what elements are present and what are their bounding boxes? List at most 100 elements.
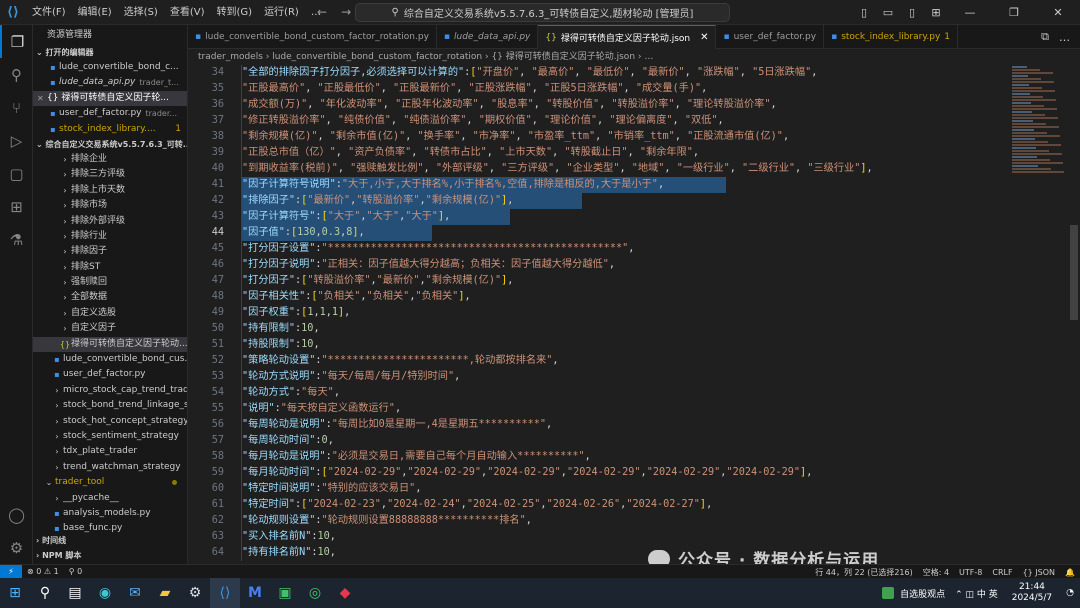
code-line[interactable]: 53 "轮动方式说明":"每天/每周/每月/特别时间", <box>188 369 1012 385</box>
red-app-icon[interactable]: ◆ <box>330 578 360 608</box>
edge-browser-icon[interactable]: ◉ <box>90 578 120 608</box>
code-line[interactable]: 46 "打分因子说明":"正相关：因子值越大得分越高；负相关：因子值越大得分越低"… <box>188 257 1012 273</box>
terminal-app-icon[interactable]: ▣ <box>270 578 300 608</box>
menu-item[interactable]: 选择(S) <box>118 0 164 25</box>
editor-tab[interactable]: ▪ stock_index_library.py 1 <box>824 25 959 49</box>
code-editor[interactable]: 34 "全部的排除因子打分因子,必须选择可以计算的":["开盘价", "最高价",… <box>188 65 1012 564</box>
code-line[interactable]: 51 "持股限制":10, <box>188 337 1012 353</box>
code-line[interactable]: 48 "因子相关性":["负相关","负相关","负相关"], <box>188 289 1012 305</box>
code-line[interactable]: 44 "因子值":[130,0.3,8], <box>188 225 1012 241</box>
extensions-icon[interactable]: ⊞ <box>0 190 33 223</box>
tree-item[interactable]: › stock_sentiment_strategy <box>33 429 187 444</box>
problems-indicator[interactable]: ⊗ 0 ⚠ 1 <box>22 567 64 576</box>
back-arrow-icon[interactable]: ← <box>317 5 327 19</box>
tree-item[interactable]: › 排除三方评级 <box>33 167 187 182</box>
code-line[interactable]: 52 "策略轮动设置":"***********************,轮动都按… <box>188 353 1012 369</box>
tree-item[interactable]: › 排除上市天数 <box>33 183 187 198</box>
editor-tab[interactable]: ▪ lude_convertible_bond_custom_factor_rot… <box>188 25 437 49</box>
minimize-button[interactable]: — <box>948 6 992 19</box>
code-line[interactable]: 36 "成交额(万)", "年化波动率", "正股年化波动率", "股息率", "… <box>188 97 1012 113</box>
open-editor-item[interactable]: ▪ stock_index_library.... 1 <box>33 122 187 137</box>
ports-indicator[interactable]: ⚲ 0 <box>64 567 88 576</box>
code-line[interactable]: 50 "持有限制":10, <box>188 321 1012 337</box>
menu-item[interactable]: 运行(R) <box>258 0 305 25</box>
tree-item[interactable]: › 排除因子 <box>33 244 187 259</box>
run-debug-icon[interactable]: ▷ <box>0 124 33 157</box>
tree-item[interactable]: › 自定义选股 <box>33 306 187 321</box>
code-line[interactable]: 45 "打分因子设置":"****************************… <box>188 241 1012 257</box>
code-line[interactable]: 41 "因子计算符号说明":"大于,小于,大于排名%,小于排名%,空值,排除是相反… <box>188 177 1012 193</box>
cursor-position[interactable]: 行 44，列 22 (已选择216) <box>810 567 918 578</box>
notification-center-icon[interactable]: ◔ <box>1060 588 1080 598</box>
vscode-taskbar-icon[interactable]: ⟨⟩ <box>210 578 240 608</box>
tree-item[interactable]: ⌄ trader_tool <box>33 475 187 490</box>
tree-item[interactable]: › 排除市场 <box>33 198 187 213</box>
code-line[interactable]: 43 "因子计算符号":["大于","大于","大于"], <box>188 209 1012 225</box>
tree-item[interactable]: › 排除外部评级 <box>33 214 187 229</box>
toggle-secondary-sidebar-icon[interactable]: ▯ <box>900 6 924 19</box>
tree-item[interactable]: › trend_watchman_strategy <box>33 460 187 475</box>
file-explorer-icon[interactable]: ▰ <box>150 578 180 608</box>
tree-item[interactable]: › 全部数据 <box>33 290 187 305</box>
menu-item[interactable]: 转到(G) <box>211 0 259 25</box>
editor-tab[interactable]: ▪ user_def_factor.py <box>716 25 825 49</box>
tree-item[interactable]: ▪ lude_convertible_bond_cus... <box>33 352 187 367</box>
menu-item[interactable]: 查看(V) <box>164 0 211 25</box>
search-icon[interactable]: ⚲ <box>0 58 33 91</box>
code-line[interactable]: 63 "买入排名前N":10, <box>188 529 1012 545</box>
mail-icon[interactable]: ✉ <box>120 578 150 608</box>
close-icon[interactable]: ✕ <box>37 91 47 106</box>
open-editor-item[interactable]: ▪ user_def_factor.py trader... <box>33 106 187 121</box>
end-of-line[interactable]: CRLF <box>987 568 1017 577</box>
vscode-logo-icon[interactable]: ⟨⟩ <box>0 0 26 25</box>
app-m-icon[interactable]: M <box>240 578 270 608</box>
menu-item[interactable]: 编辑(E) <box>72 0 118 25</box>
toggle-panel-icon[interactable]: ▭ <box>876 6 900 19</box>
tree-item[interactable]: › __pycache__ <box>33 491 187 506</box>
editor-tab[interactable]: {} 禄得可转债自定义因子轮动.json ✕ <box>538 25 717 49</box>
maximize-button[interactable]: ❐ <box>992 6 1036 19</box>
code-line[interactable]: 61 "特定时间":["2024-02-23","2024-02-24","202… <box>188 497 1012 513</box>
explorer-icon[interactable]: ❐ <box>0 25 33 58</box>
forward-arrow-icon[interactable]: → <box>341 5 351 19</box>
breadcrumb[interactable]: trader_models › lude_convertible_bond_cu… <box>188 49 1080 65</box>
remote-indicator-icon[interactable]: ⚡ <box>0 564 22 579</box>
tree-item[interactable]: › 排除ST <box>33 260 187 275</box>
project-folder-header[interactable]: ⌄ 综合自定义交易系统v5.5.7.6.3_可转... <box>33 137 187 152</box>
tree-item[interactable]: ▪ user_def_factor.py <box>33 367 187 382</box>
open-editor-item[interactable]: ✕{} 禄得可转债自定义因子轮... <box>33 90 187 107</box>
code-line[interactable]: 56 "每周轮动是说明":"每周比如0是星期一,4是星期五**********", <box>188 417 1012 433</box>
menu-item[interactable]: 文件(F) <box>26 0 72 25</box>
code-line[interactable]: 34 "全部的排除因子打分因子,必须选择可以计算的":["开盘价", "最高价",… <box>188 65 1012 81</box>
code-line[interactable]: 59 "每月轮动时间":["2024-02-29","2024-02-29","2… <box>188 465 1012 481</box>
open-editor-item[interactable]: ▪ lude_data_api.py trader_t... <box>33 75 187 90</box>
code-line[interactable]: 47 "打分因子":["转股溢价率","最新价","剩余规模(亿)"], <box>188 273 1012 289</box>
code-line[interactable]: 60 "特定时间说明":"特别的应该交易日", <box>188 481 1012 497</box>
news-widget[interactable]: 自选股观点 <box>882 587 955 600</box>
code-line[interactable]: 55 "说明":"每天按自定义函数运行", <box>188 401 1012 417</box>
npm-scripts-header[interactable]: › NPM 脚本 <box>33 548 187 563</box>
indentation[interactable]: 空格: 4 <box>918 567 954 578</box>
code-line[interactable]: 39 "正股总市值（亿）", "资产负债率", "转债市占比", "上市天数", … <box>188 145 1012 161</box>
encoding[interactable]: UTF-8 <box>954 568 987 577</box>
vertical-scrollbar[interactable] <box>1070 225 1078 320</box>
open-editors-header[interactable]: ⌄ 打开的编辑器 <box>33 45 187 60</box>
open-editor-item[interactable]: ▪ lude_convertible_bond_c... <box>33 60 187 75</box>
testing-icon[interactable]: ⚗ <box>0 223 33 256</box>
code-line[interactable]: 58 "每月轮动是说明":"必须是交易日,需要自己每个月自动输入*********… <box>188 449 1012 465</box>
code-line[interactable]: 64 "持有排名前N":10, <box>188 545 1012 561</box>
code-line[interactable]: 35 "正股最高价", "正股最低价", "正股最新价", "正股涨跌幅", "正… <box>188 81 1012 97</box>
source-control-icon[interactable]: ⑂ <box>0 91 33 124</box>
split-editor-icon[interactable]: ⧉ <box>1041 30 1049 44</box>
code-line[interactable]: 37 "修正转股溢价率", "纯债价值", "纯债溢价率", "期权价值", "理… <box>188 113 1012 129</box>
remote-explorer-icon[interactable]: ▢ <box>0 157 33 190</box>
tray-icons[interactable]: ⌃ ◫ 中 英 <box>955 587 1004 600</box>
code-line[interactable]: 62 "轮动规则设置":"轮动规则设置88888888**********排名", <box>188 513 1012 529</box>
code-line[interactable]: 49 "因子权重":[1,1,1], <box>188 305 1012 321</box>
editor-tab[interactable]: ▪ lude_data_api.py <box>437 25 539 49</box>
close-button[interactable]: ✕ <box>1036 6 1080 19</box>
command-center-search[interactable]: ⚲ 综合自定义交易系统v5.5.7.6.3_可转债自定义,题材轮动 [管理员] <box>355 3 730 22</box>
clock[interactable]: 21:44 2024/5/7 <box>1004 582 1060 604</box>
minimap[interactable] <box>1012 65 1070 564</box>
settings-icon[interactable]: ⚙ <box>180 578 210 608</box>
